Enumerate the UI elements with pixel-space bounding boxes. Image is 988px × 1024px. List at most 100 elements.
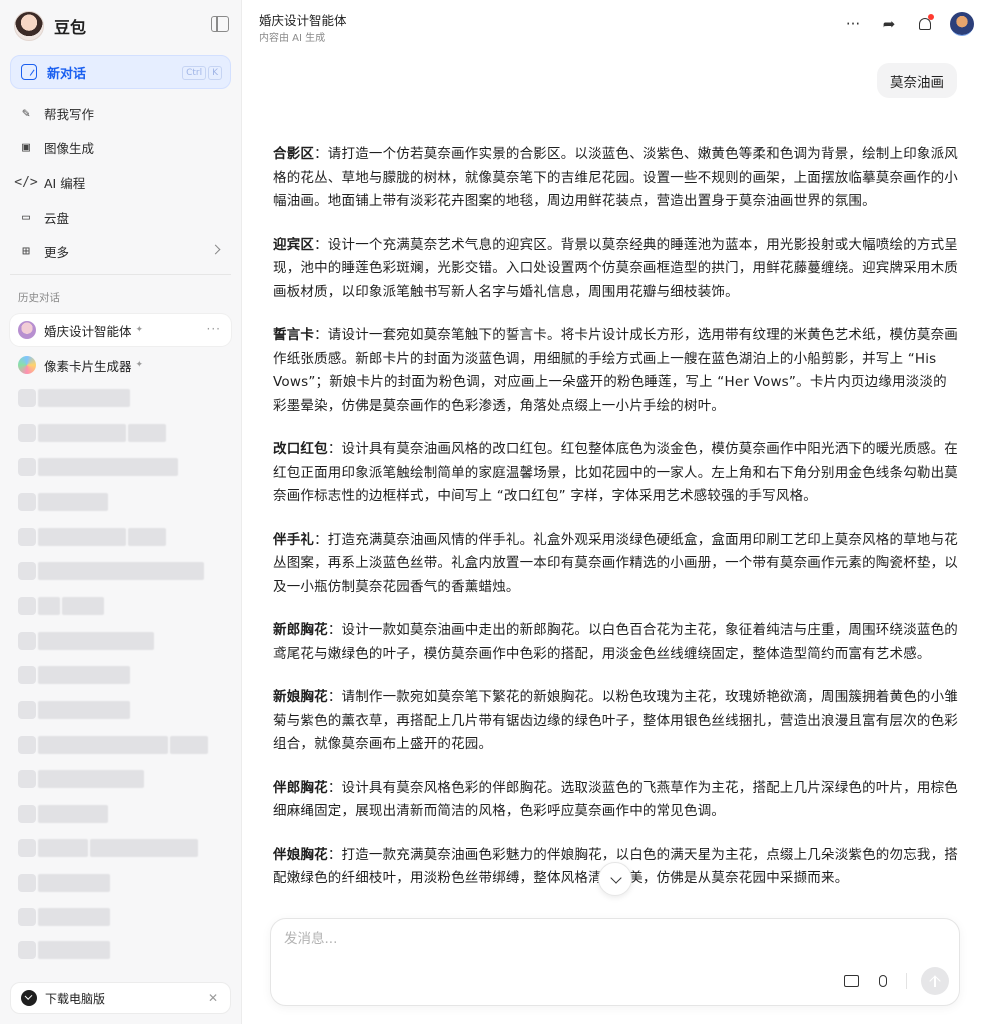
user-avatar[interactable] (950, 12, 974, 36)
answer-paragraph: 合影区：请打造一个仿若莫奈画作实景的合影区。以淡蓝色、淡紫色、嫩黄色等柔和色调为… (273, 143, 958, 214)
redacted-text (38, 528, 126, 546)
user-message: 莫奈油画 (877, 63, 957, 98)
ai-generated-notice: 内容由 AI 生成 (259, 33, 326, 44)
history-item-redacted[interactable] (18, 908, 110, 928)
composer-tools (842, 967, 949, 995)
brand[interactable]: 豆包 (14, 10, 86, 42)
sidebar-item-image-generation[interactable]: ▣ 图像生成 (10, 131, 231, 166)
redacted-text (38, 839, 88, 857)
history-item-redacted[interactable] (18, 458, 178, 478)
voice-input-button[interactable] (874, 972, 892, 990)
paragraph-text: ：请打造一个仿若莫奈画作实景的合影区。以淡蓝色、淡紫色、嫩黄色等柔和色调为背景，… (273, 146, 959, 209)
history-item-redacted[interactable] (18, 736, 208, 756)
history-item-redacted[interactable] (18, 597, 104, 617)
history-item-redacted[interactable] (18, 701, 130, 721)
header-actions: ··· ➦ (842, 12, 974, 36)
app-name: 豆包 (54, 18, 87, 37)
sidebar-item-label: AI 编程 (44, 175, 86, 191)
sidebar-item-more[interactable]: ⊞ 更多 (10, 234, 231, 269)
answer-paragraph: 伴手礼：打造充满莫奈油画风情的伴手礼。礼盒外观采用淡绿色硬纸盒，盒面用印刷工艺印… (273, 529, 958, 600)
share-icon[interactable]: ➦ (878, 13, 900, 35)
redacted-text (38, 597, 60, 615)
history-item-redacted[interactable] (18, 528, 166, 548)
sidebar-item-cloud-drive[interactable]: ▭ 云盘 (10, 200, 231, 235)
redacted-icon (18, 666, 36, 684)
more-options-icon[interactable]: ··· (207, 322, 221, 336)
history-item-redacted[interactable] (18, 770, 144, 790)
notification-button[interactable] (914, 13, 936, 35)
redacted-text (90, 839, 198, 857)
redacted-text (38, 493, 108, 511)
paragraph-text: ：设计具有莫奈油画风格的改口红包。红包整体底色为淡金色，模仿莫奈画作中阳光洒下的… (273, 441, 959, 504)
history-item-redacted[interactable] (18, 632, 154, 652)
paragraph-text: ：设计一个充满莫奈艺术气息的迎宾区。背景以莫奈经典的睡莲池为蓝本，用光影投射或大… (273, 236, 959, 300)
history-item-pixel-card[interactable]: 像素卡片生成器 ✦ (10, 349, 231, 381)
download-label: 下载电脑版 (45, 991, 106, 1006)
redacted-icon (18, 458, 36, 476)
image-upload-button[interactable] (842, 972, 860, 990)
answer-paragraph: 新郎胸花：设计一款如莫奈油画中走出的新郎胸花。以白色百合花为主花，象征着纯洁与庄… (273, 619, 958, 666)
sidebar-divider (10, 274, 231, 275)
redacted-text (38, 874, 110, 892)
sidebar-toggle-icon[interactable] (211, 16, 229, 32)
answer-paragraph: 誓言卡：请设计一套宛如莫奈笔触下的誓言卡。将卡片设计成长方形，选用带有纹理的米黄… (273, 324, 958, 418)
redacted-text (38, 458, 178, 476)
redacted-icon (18, 632, 36, 650)
new-chat-icon (21, 64, 37, 80)
redacted-icon (18, 597, 36, 615)
history-item-redacted[interactable] (18, 874, 110, 894)
assistant-message: 合影区：请打造一个仿若莫奈画作实景的合影区。以淡蓝色、淡紫色、嫩黄色等柔和色调为… (273, 143, 958, 911)
message-composer (270, 918, 960, 1006)
agent-avatar (18, 356, 36, 374)
paragraph-term: 誓言卡 (273, 327, 315, 343)
history-title: 历史对话 (18, 292, 60, 304)
redacted-text (62, 597, 104, 615)
redacted-icon (18, 941, 36, 959)
history-item-redacted[interactable] (18, 424, 166, 444)
redacted-icon (18, 805, 36, 823)
paragraph-term: 合影区 (273, 146, 315, 162)
download-desktop-button[interactable]: 下载电脑版 ✕ (10, 982, 231, 1014)
history-item-wedding-agent[interactable]: 婚庆设计智能体 ✦ ··· (10, 314, 231, 346)
paragraph-term: 新郎胸花 (273, 622, 328, 638)
history-item-redacted[interactable] (18, 941, 110, 961)
sidebar-menu: ✎ 帮我写作 ▣ 图像生成 </> AI 编程 ▭ 云盘 ⊞ 更多 (10, 96, 231, 269)
microphone-icon (879, 975, 887, 987)
message-input[interactable] (284, 931, 924, 947)
new-chat-shortcut: Ctrl K (182, 66, 222, 80)
sidebar-item-ai-coding[interactable]: </> AI 编程 (10, 165, 231, 200)
redacted-text (128, 424, 166, 442)
sidebar-item-label: 图像生成 (44, 141, 95, 157)
image-icon: ▣ (22, 140, 30, 156)
paragraph-text: ：请设计一套宛如莫奈笔触下的誓言卡。将卡片设计成长方形，选用带有纹理的米黄色艺术… (273, 327, 959, 414)
notification-dot (928, 14, 934, 20)
redacted-text (38, 632, 154, 650)
redacted-text (38, 389, 130, 407)
history-item-label: 婚庆设计智能体 (44, 323, 132, 339)
new-chat-button[interactable]: 新对话 Ctrl K (10, 55, 231, 89)
redacted-text (38, 666, 130, 684)
send-button[interactable] (921, 967, 949, 995)
history-item-redacted[interactable] (18, 389, 130, 409)
history-item-redacted[interactable] (18, 805, 108, 825)
more-options-icon[interactable]: ··· (842, 13, 864, 35)
chevron-right-icon (210, 244, 221, 255)
sidebar-item-writing[interactable]: ✎ 帮我写作 (10, 96, 231, 131)
paragraph-term: 伴郎胸花 (273, 779, 328, 796)
scroll-to-bottom-button[interactable] (598, 862, 632, 896)
redacted-text (38, 736, 168, 754)
history-item-redacted[interactable] (18, 666, 130, 686)
history-item-redacted[interactable] (18, 493, 108, 513)
redacted-icon (18, 493, 36, 511)
history-item-redacted[interactable] (18, 839, 198, 859)
history-item-redacted[interactable] (18, 562, 204, 582)
conversation-title: 婚庆设计智能体 (259, 13, 347, 28)
redacted-icon (18, 908, 36, 926)
paragraph-term: 伴手礼 (273, 531, 315, 548)
redacted-text (38, 941, 110, 959)
close-icon[interactable]: ✕ (208, 991, 218, 1005)
redacted-text (38, 562, 204, 580)
redacted-icon (18, 389, 36, 407)
answer-paragraph: 迎宾区：设计一个充满莫奈艺术气息的迎宾区。背景以莫奈经典的睡莲池为蓝本，用光影投… (273, 234, 958, 305)
sidebar-item-label: 帮我写作 (44, 106, 95, 122)
